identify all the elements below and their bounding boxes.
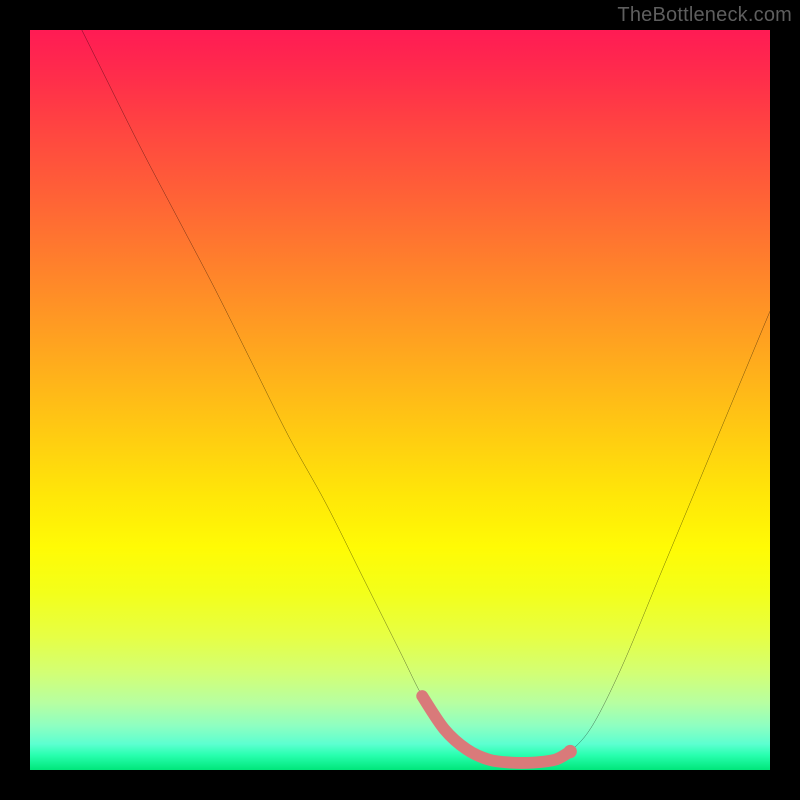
chart-frame: TheBottleneck.com <box>0 0 800 800</box>
flat-segment-end-dot <box>564 745 577 758</box>
plot-area <box>30 30 770 770</box>
flat-segment <box>422 696 570 763</box>
bottleneck-curve <box>30 30 770 770</box>
curve-line <box>82 30 770 763</box>
attribution-text: TheBottleneck.com <box>617 4 792 27</box>
